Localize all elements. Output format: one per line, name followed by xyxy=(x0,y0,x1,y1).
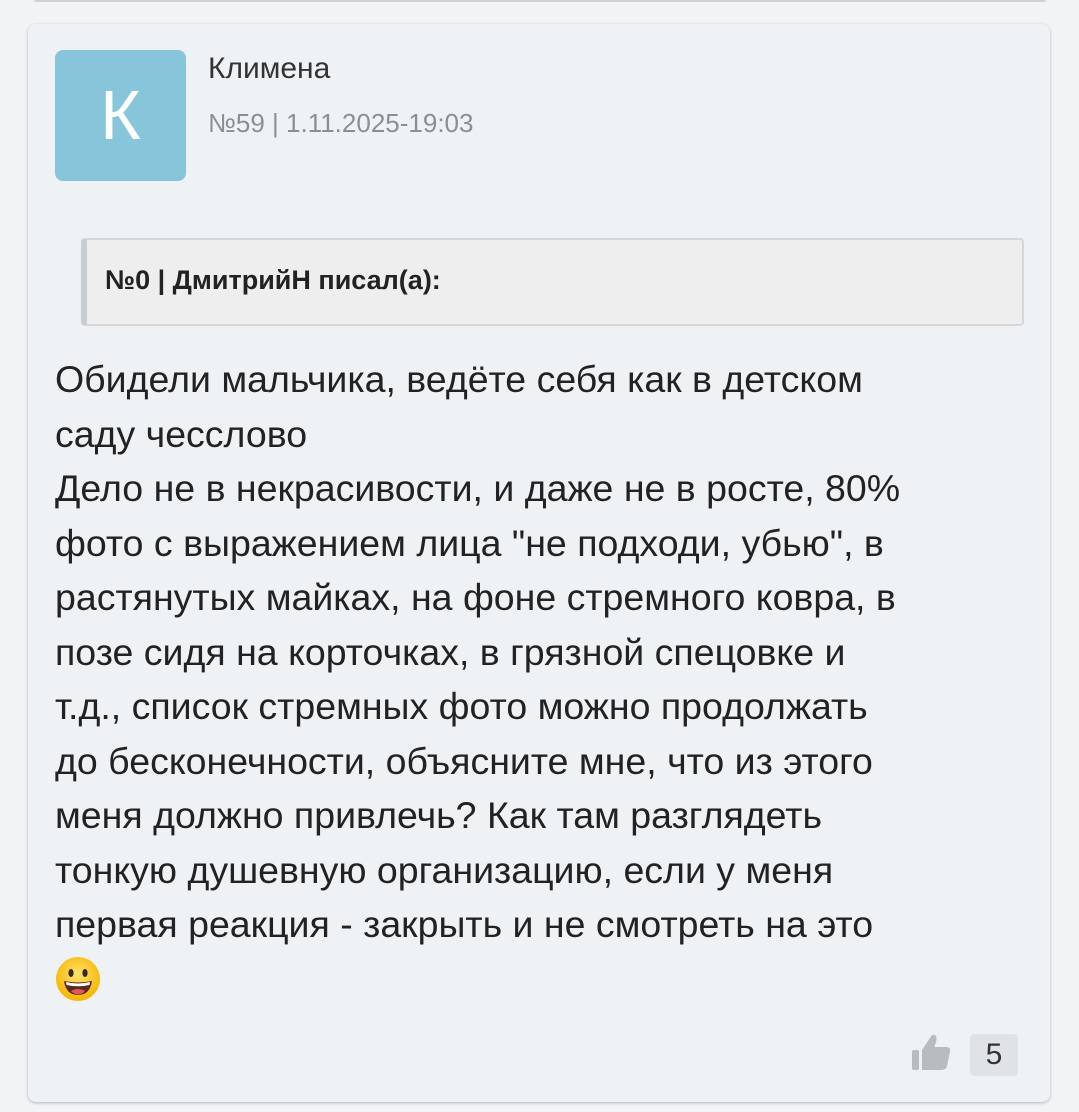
post-body-line: Обидели мальчика, ведёте себя как в детс… xyxy=(55,358,863,400)
grinning-face-icon xyxy=(56,956,100,1001)
post-body-line: позе сидя на корточках, в грязной спецов… xyxy=(55,630,846,673)
author-name[interactable]: Климена xyxy=(208,52,330,86)
forum-post: К Климена №59 | 1.11.2025-19:03 №0 | Дми… xyxy=(28,24,1050,1102)
post-body-line: первая реакция - закрыть и не смотреть н… xyxy=(55,903,874,945)
post-body-line: саду чесслово xyxy=(55,412,308,455)
post-meta: №59 | 1.11.2025-19:03 xyxy=(208,108,474,138)
post-body-line: фото с выражением лица "не подходи, убью… xyxy=(55,521,884,564)
post-body-line: т.д., список стремных фото можно продолж… xyxy=(55,685,868,727)
thumbs-up-icon[interactable] xyxy=(910,1030,954,1074)
post-body-line: тонкую душевную организацию, если у меня xyxy=(55,848,834,891)
post-body-line: до бесконечности, объясните мне, что из … xyxy=(55,739,873,782)
post-body-line: Дело не в некрасивости, и даже не в рост… xyxy=(55,467,901,509)
avatar[interactable]: К xyxy=(55,50,186,181)
quote-block: №0 | ДмитрийН писал(а): xyxy=(81,238,1024,326)
previous-post-divider xyxy=(34,0,1046,2)
quote-header: №0 | ДмитрийН писал(а): xyxy=(105,265,441,295)
post-body-line: растянутых майках, на фоне стремного ков… xyxy=(55,576,896,618)
like-count: 5 xyxy=(970,1034,1018,1076)
post-body: Обидели мальчика, ведёте себя как в детс… xyxy=(55,352,1015,1016)
post-body-line: меня должно привлечь? Как там разглядеть xyxy=(55,794,823,836)
